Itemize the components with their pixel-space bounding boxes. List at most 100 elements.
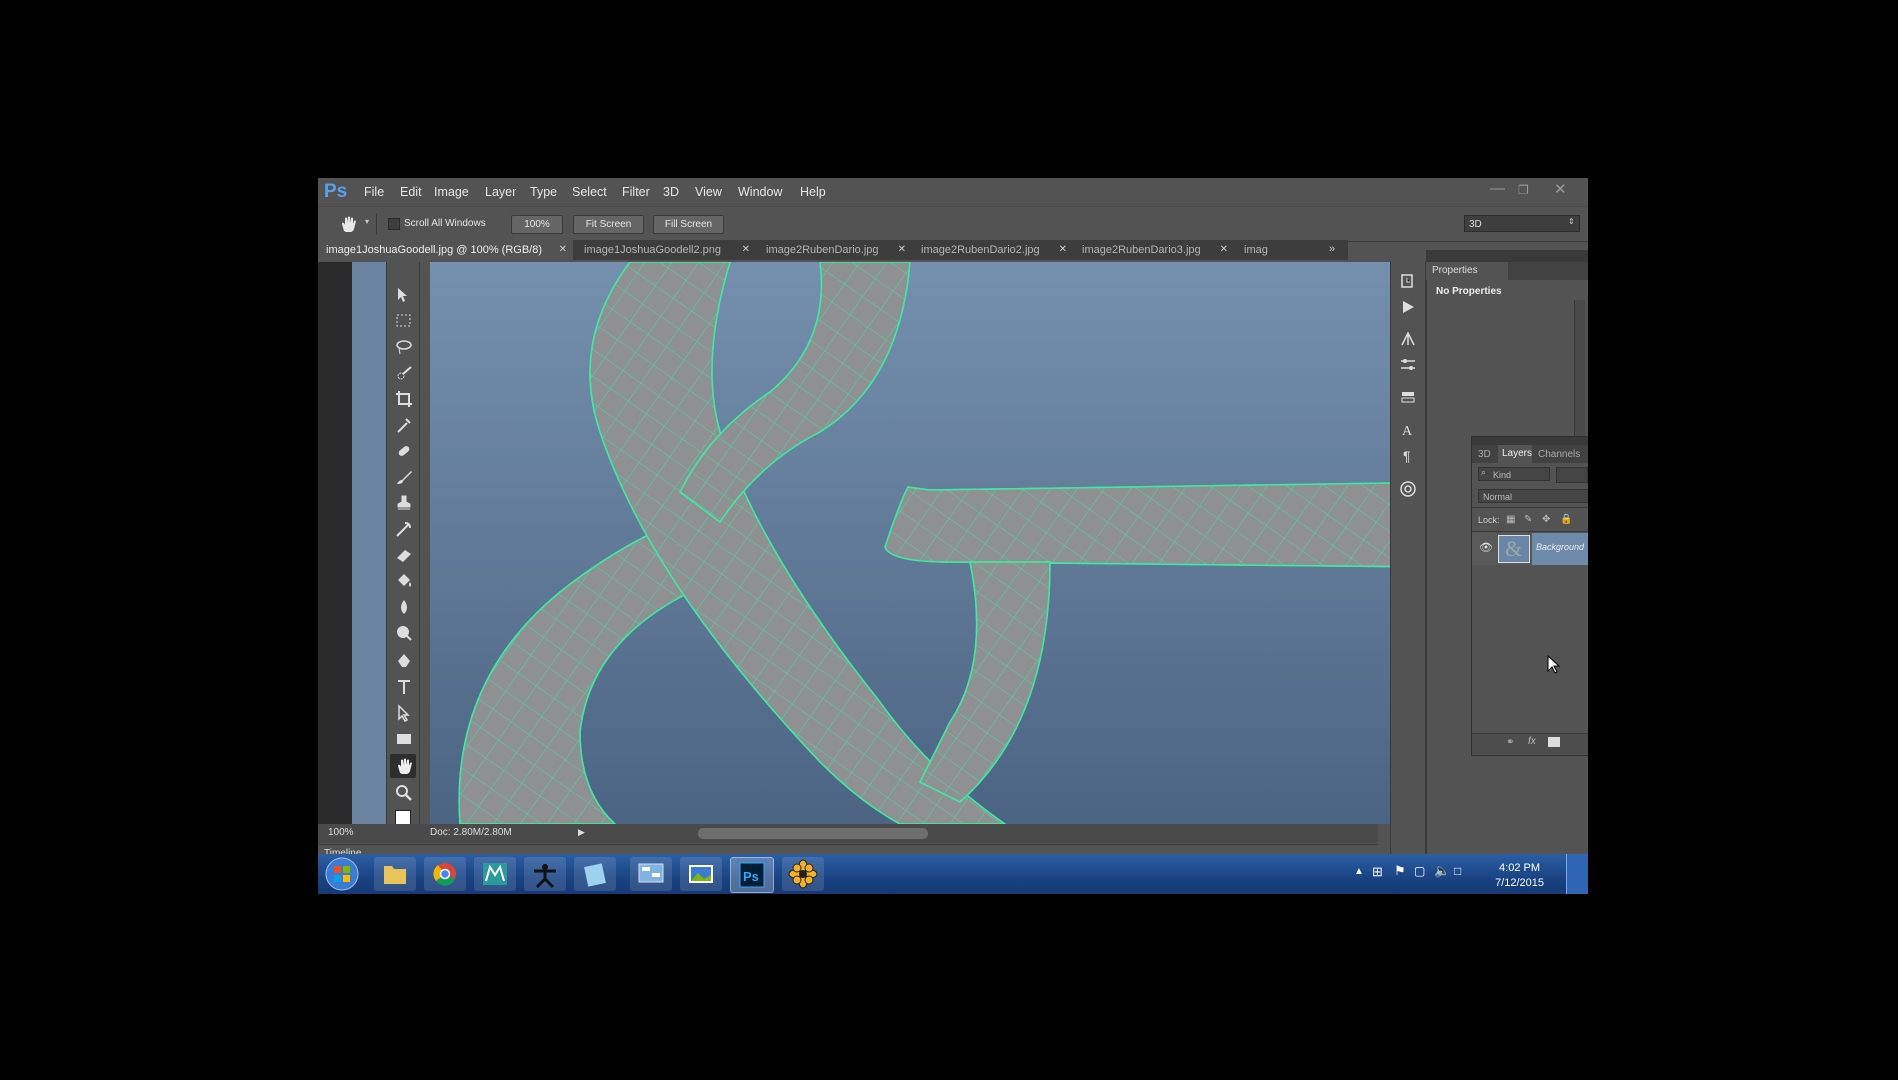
menu-select[interactable]: Select: [572, 185, 607, 199]
taskbar-maya[interactable]: [474, 857, 516, 891]
taskbar-control-panel[interactable]: [630, 857, 672, 891]
menu-edit[interactable]: Edit: [400, 185, 422, 199]
taskbar-app-flower[interactable]: [782, 857, 824, 891]
tools-panel: [386, 262, 420, 832]
lock-image-icon[interactable]: ✎: [1524, 514, 1532, 525]
workspace-select[interactable]: 3D: [1464, 215, 1580, 232]
tab-document-4[interactable]: image2RubenDario2.jpg ✕: [913, 240, 1073, 260]
marquee-tool-icon[interactable]: [395, 312, 413, 330]
windows-flag-icon[interactable]: ⊞: [1372, 864, 1383, 880]
menu-3d[interactable]: 3D: [663, 185, 679, 199]
zoom-100-button[interactable]: 100%: [511, 215, 563, 234]
brush-tool-icon[interactable]: [395, 468, 413, 486]
eye-icon[interactable]: 👁: [1479, 541, 1493, 554]
clone-stamp-tool-icon[interactable]: [395, 494, 413, 512]
blend-mode-select[interactable]: Normal: [1478, 489, 1588, 503]
taskbar-zbrush[interactable]: [524, 857, 566, 891]
tab-document-3[interactable]: image2RubenDario.jpg ✕: [758, 240, 912, 260]
type-tool-icon[interactable]: [395, 678, 413, 696]
network-icon[interactable]: □: [1454, 864, 1461, 878]
hand-tool-icon[interactable]: [338, 214, 358, 234]
menu-type[interactable]: Type: [530, 185, 557, 199]
menu-view[interactable]: View: [695, 185, 722, 199]
windows-taskbar: Ps ▲ ⊞ ⚑ ▢ 🔈 □ 4:02 PM 7/12/2015: [318, 854, 1588, 894]
crop-tool-icon[interactable]: [395, 390, 413, 408]
tab-document-1[interactable]: image1JoshuaGoodell.jpg @ 100% (RGB/8) ✕: [318, 240, 573, 260]
lasso-tool-icon[interactable]: [395, 338, 413, 356]
zoom-tool-icon[interactable]: [395, 784, 413, 802]
menu-file[interactable]: File: [364, 185, 384, 199]
menu-image[interactable]: Image: [434, 185, 469, 199]
rectangle-tool-icon[interactable]: [395, 730, 413, 748]
path-selection-tool-icon[interactable]: [395, 704, 413, 722]
tab-document-6[interactable]: imag: [1236, 240, 1288, 260]
fit-screen-button[interactable]: Fit Screen: [573, 215, 644, 234]
close-tab-icon[interactable]: ✕: [1220, 240, 1228, 260]
restore-icon[interactable]: ❐: [1518, 183, 1529, 197]
eraser-tool-icon[interactable]: [395, 546, 413, 564]
taskbar-explorer[interactable]: [374, 857, 416, 891]
menu-window[interactable]: Window: [738, 185, 782, 199]
tab-document-5[interactable]: image2RubenDario3.jpg ✕: [1074, 240, 1234, 260]
status-bar: Doc: 2.80M/2.80M ▶: [418, 824, 1378, 843]
taskbar-photo-viewer[interactable]: [680, 857, 722, 891]
close-icon[interactable]: ✕: [1554, 180, 1567, 198]
close-tab-icon[interactable]: ✕: [898, 240, 906, 260]
taskbar-chrome[interactable]: [424, 857, 466, 891]
taskbar-notepad[interactable]: [574, 857, 616, 891]
blur-tool-icon[interactable]: [395, 598, 413, 616]
taskbar-clock[interactable]: 4:02 PM 7/12/2015: [1495, 861, 1544, 891]
taskbar-photoshop[interactable]: Ps: [730, 857, 774, 893]
divider: [1472, 507, 1588, 508]
power-icon[interactable]: ▢: [1414, 864, 1425, 878]
lock-transparent-icon[interactable]: ▦: [1506, 514, 1515, 525]
link-layers-icon[interactable]: ⚭: [1506, 737, 1514, 748]
paint-bucket-tool-icon[interactable]: [395, 572, 413, 590]
zoom-level[interactable]: 100%: [328, 827, 354, 838]
menu-layer[interactable]: Layer: [485, 185, 516, 199]
tab-channels[interactable]: Channels: [1538, 449, 1580, 460]
close-tab-icon[interactable]: ✕: [559, 240, 567, 260]
minimize-icon[interactable]: —: [1490, 180, 1505, 197]
move-tool-icon[interactable]: [395, 286, 413, 304]
volume-icon[interactable]: 🔈: [1434, 863, 1450, 879]
quick-selection-tool-icon[interactable]: [395, 364, 413, 382]
history-brush-tool-icon[interactable]: [395, 520, 413, 538]
layer-filter-select[interactable]: Kind: [1478, 467, 1550, 481]
filter-image-icon[interactable]: [1556, 467, 1588, 483]
layers-tab-bar: 3D Layers Channels: [1472, 445, 1588, 463]
lock-all-icon[interactable]: 🔒: [1560, 514, 1572, 525]
panel-drag-bar[interactable]: [1472, 437, 1588, 445]
show-desktop-button[interactable]: [1566, 854, 1588, 894]
properties-tab[interactable]: Properties: [1426, 262, 1508, 280]
eyedropper-tool-icon[interactable]: [395, 416, 413, 434]
more-tabs-icon[interactable]: »: [1329, 243, 1335, 255]
menu-filter[interactable]: Filter: [622, 185, 650, 199]
tab-document-2[interactable]: image1JoshuaGoodell2.png ✕: [576, 240, 756, 260]
fill-screen-button[interactable]: Fill Screen: [653, 215, 724, 234]
close-tab-icon[interactable]: ✕: [1059, 240, 1067, 260]
close-tab-icon[interactable]: ✕: [742, 240, 750, 260]
healing-brush-tool-icon[interactable]: [395, 442, 413, 460]
status-menu-arrow-icon[interactable]: ▶: [578, 827, 585, 838]
add-mask-icon[interactable]: [1548, 737, 1560, 747]
fx-icon[interactable]: fx: [1528, 736, 1536, 747]
chevron-down-icon[interactable]: ▾: [365, 217, 369, 226]
scroll-all-windows-checkbox[interactable]: [388, 218, 400, 230]
select-arrows-icon: ⇕: [1568, 217, 1575, 226]
horizontal-scroll-thumb[interactable]: [698, 828, 928, 839]
layer-row-background[interactable]: 👁 & Background: [1472, 533, 1588, 565]
folder-icon: [384, 866, 406, 884]
canvas-left-strip: [352, 262, 386, 824]
start-button-icon[interactable]: [324, 856, 360, 892]
hand-tool-icon[interactable]: [395, 757, 413, 775]
menu-help[interactable]: Help: [800, 185, 826, 199]
show-hidden-icons[interactable]: ▲: [1354, 866, 1364, 877]
tab-3d[interactable]: 3D: [1478, 449, 1491, 460]
search-icon: ⌕: [1481, 467, 1487, 477]
action-center-flag-icon[interactable]: ⚑: [1394, 863, 1406, 879]
dodge-tool-icon[interactable]: [395, 624, 413, 642]
pen-tool-icon[interactable]: [395, 652, 413, 670]
tab-layers[interactable]: Layers: [1498, 445, 1532, 463]
lock-position-icon[interactable]: ✥: [1542, 514, 1550, 525]
